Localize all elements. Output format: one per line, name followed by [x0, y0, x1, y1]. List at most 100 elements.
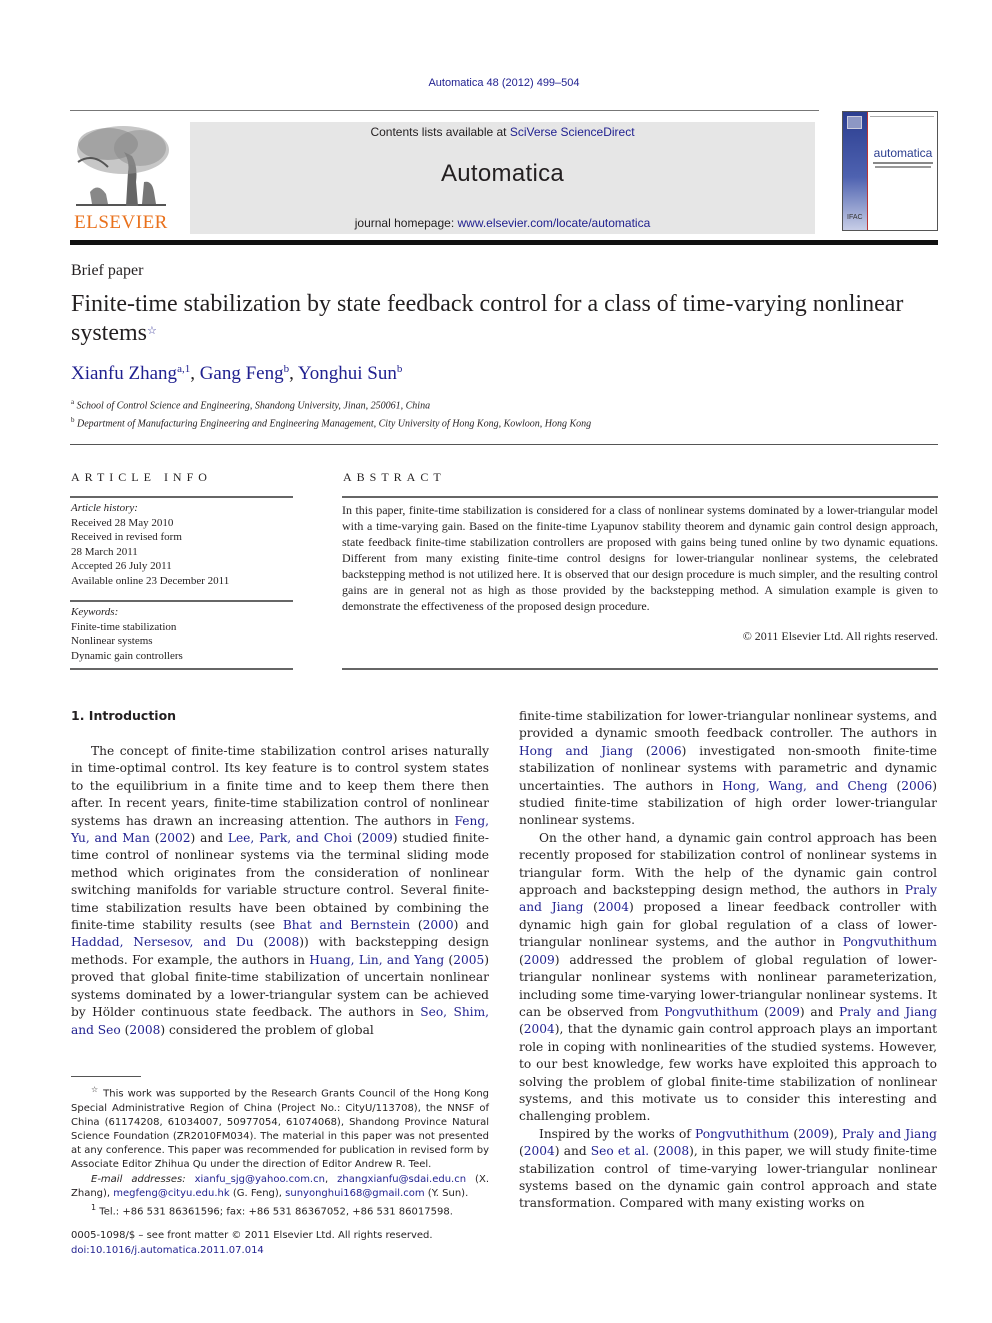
email-link[interactable]: xianfu_sjg@yahoo.com.cn [195, 1174, 325, 1185]
body-text: ( [444, 952, 454, 967]
author-affil-marker[interactable]: a,1 [177, 363, 190, 375]
author-separator: , [289, 363, 298, 384]
email-link[interactable]: megfeng@cityu.edu.hk [113, 1188, 229, 1199]
contents-line: Contents lists available at SciVerse Sci… [190, 125, 815, 139]
citation-link[interactable]: Lee, Park, and Choi [228, 831, 352, 845]
citation-link[interactable]: 2006 [651, 744, 682, 758]
citation-link[interactable]: 2004 [598, 900, 629, 914]
citation-link[interactable]: Pongvuthithum [695, 1127, 789, 1141]
header-rule [70, 110, 819, 111]
citation-link[interactable]: Seo et al. [591, 1144, 649, 1158]
body-text: ( [149, 831, 160, 846]
citation-link[interactable]: Huang, Lin, and Yang [309, 953, 444, 967]
cover-top-line [870, 116, 934, 117]
cover-band [843, 112, 867, 230]
citation-link[interactable]: Pongvuthithum [664, 1005, 758, 1019]
citation-link[interactable]: 2009 [362, 831, 393, 845]
author-link[interactable]: Xianfu Zhang [71, 363, 177, 384]
doi-link[interactable]: doi:10.1016/j.automatica.2011.07.014 [71, 1245, 264, 1256]
citation-link[interactable]: Hong, Wang, and Cheng [722, 779, 887, 793]
citation-link[interactable]: 2008 [658, 1144, 689, 1158]
body-text: ) studied finite-time control of nonline… [71, 831, 489, 933]
citation-link[interactable]: Bhat and Bernstein [283, 918, 410, 932]
paper-title: Finite-time stabilization by state feedb… [71, 290, 941, 348]
citation-link[interactable]: Automatica 48 (2012) 499–504 [428, 77, 579, 89]
article-history: Article history: Received 28 May 2010 Re… [71, 501, 229, 588]
body-text: The concept of finite-time stabilization… [71, 744, 489, 828]
citation-link[interactable]: 2000 [423, 918, 454, 932]
paper-title-text: Finite-time stabilization by state feedb… [71, 291, 904, 346]
cover-red-line [867, 112, 868, 230]
citation-link[interactable]: 2004 [524, 1022, 555, 1036]
body-text: ( [789, 1126, 799, 1141]
body-paragraph: On the other hand, a dynamic gain contro… [519, 830, 937, 1126]
body-text: ) and [190, 831, 228, 846]
footnote-star-icon: ☆ [91, 1085, 100, 1094]
issn-line: 0005-1098/$ – see front matter © 2011 El… [71, 1230, 433, 1241]
history-item: Accepted 26 July 2011 [71, 560, 172, 572]
citation-link[interactable]: 2009 [798, 1127, 829, 1141]
body-column-left: The concept of finite-time stabilization… [71, 743, 489, 1039]
footnotes: ☆ This work was supported by the Researc… [71, 1083, 489, 1219]
body-text: ) and [453, 918, 489, 933]
citation-link[interactable]: 2009 [769, 1005, 800, 1019]
body-text: ( [633, 743, 651, 758]
sciencedirect-link[interactable]: SciVerse ScienceDirect [510, 125, 635, 139]
body-paragraph: The concept of finite-time stabilization… [71, 743, 489, 1039]
body-text: ( [649, 1144, 659, 1159]
email-footnote: E-mail addresses: xianfu_sjg@yahoo.com.c… [71, 1173, 489, 1201]
citation-link[interactable]: 2009 [524, 953, 555, 967]
email-link[interactable]: sunyonghui168@gmail.com [285, 1188, 424, 1199]
citation-link[interactable]: 2004 [524, 1144, 555, 1158]
body-column-right: finite-time stabilization for lower-tria… [519, 708, 937, 1213]
journal-citation[interactable]: Automatica 48 (2012) 499–504 [0, 77, 992, 89]
cover-emblem-icon [847, 116, 862, 129]
author-link[interactable]: Yonghui Sun [298, 363, 397, 384]
body-text: ) and [554, 1144, 591, 1159]
citation-link[interactable]: Praly and Jiang [839, 1005, 937, 1019]
citation-link[interactable]: Praly and Jiang [842, 1127, 937, 1141]
body-text: ( [887, 778, 902, 793]
homepage-line: journal homepage: www.elsevier.com/locat… [190, 216, 815, 230]
introduction-heading: 1. Introduction [71, 708, 177, 723]
body-text: ), [829, 1126, 842, 1141]
citation-link[interactable]: 2006 [901, 779, 932, 793]
header-thick-rule [70, 240, 938, 245]
article-info-rule [70, 496, 293, 498]
citation-link[interactable]: 2002 [160, 831, 191, 845]
author-separator: , [190, 363, 200, 384]
keyword: Finite-time stabilization [71, 620, 177, 633]
email-link[interactable]: zhangxianfu@sdai.edu.cn [337, 1174, 466, 1185]
abstract-copyright: © 2011 Elsevier Ltd. All rights reserved… [742, 629, 938, 643]
abstract-text: In this paper, finite-time stabilization… [342, 503, 938, 613]
citation-link[interactable]: Haddad, Nersesov, and Du [71, 935, 254, 949]
author-affil-marker[interactable]: b [284, 363, 290, 375]
homepage-link[interactable]: www.elsevier.com/locate/automatica [458, 216, 651, 230]
ifac-logo-icon: IFAC [847, 214, 863, 221]
paper-type: Brief paper [71, 262, 144, 279]
elsevier-tree-icon [76, 126, 169, 206]
citation-link[interactable]: 2008 [268, 935, 299, 949]
author-affil-marker[interactable]: b [397, 363, 403, 375]
citation-link[interactable]: Hong and Jiang [519, 744, 633, 758]
funding-footnote: ☆ This work was supported by the Researc… [71, 1083, 489, 1173]
citation-link[interactable]: Pongvuthithum [843, 935, 937, 949]
journal-cover-thumbnail[interactable]: automatica IFAC [842, 111, 938, 231]
funding-text: This work was supported by the Research … [71, 1088, 490, 1171]
cover-subtitle-line [873, 162, 933, 164]
email-owner: , [324, 1173, 338, 1185]
affiliation-text: Department of Manufacturing Engineering … [77, 418, 592, 430]
elsevier-logo[interactable]: ELSEVIER [68, 122, 174, 234]
abstract-rule [342, 496, 938, 498]
body-text: ( [583, 900, 598, 915]
title-footnote-star-icon[interactable]: ☆ [147, 325, 157, 337]
affiliation: b Department of Manufacturing Engineerin… [71, 416, 591, 429]
tel-footnote: 1 Tel.: +86 531 86361596; fax: +86 531 8… [71, 1201, 489, 1220]
footnote-marker: 1 [91, 1202, 97, 1212]
author-link[interactable]: Gang Feng [200, 363, 284, 384]
publisher-name: ELSEVIER [74, 212, 168, 233]
citation-link[interactable]: 2008 [129, 1023, 160, 1037]
abstract-rule [342, 668, 938, 670]
citation-link[interactable]: 2005 [453, 953, 484, 967]
cover-title: automatica [873, 146, 933, 160]
